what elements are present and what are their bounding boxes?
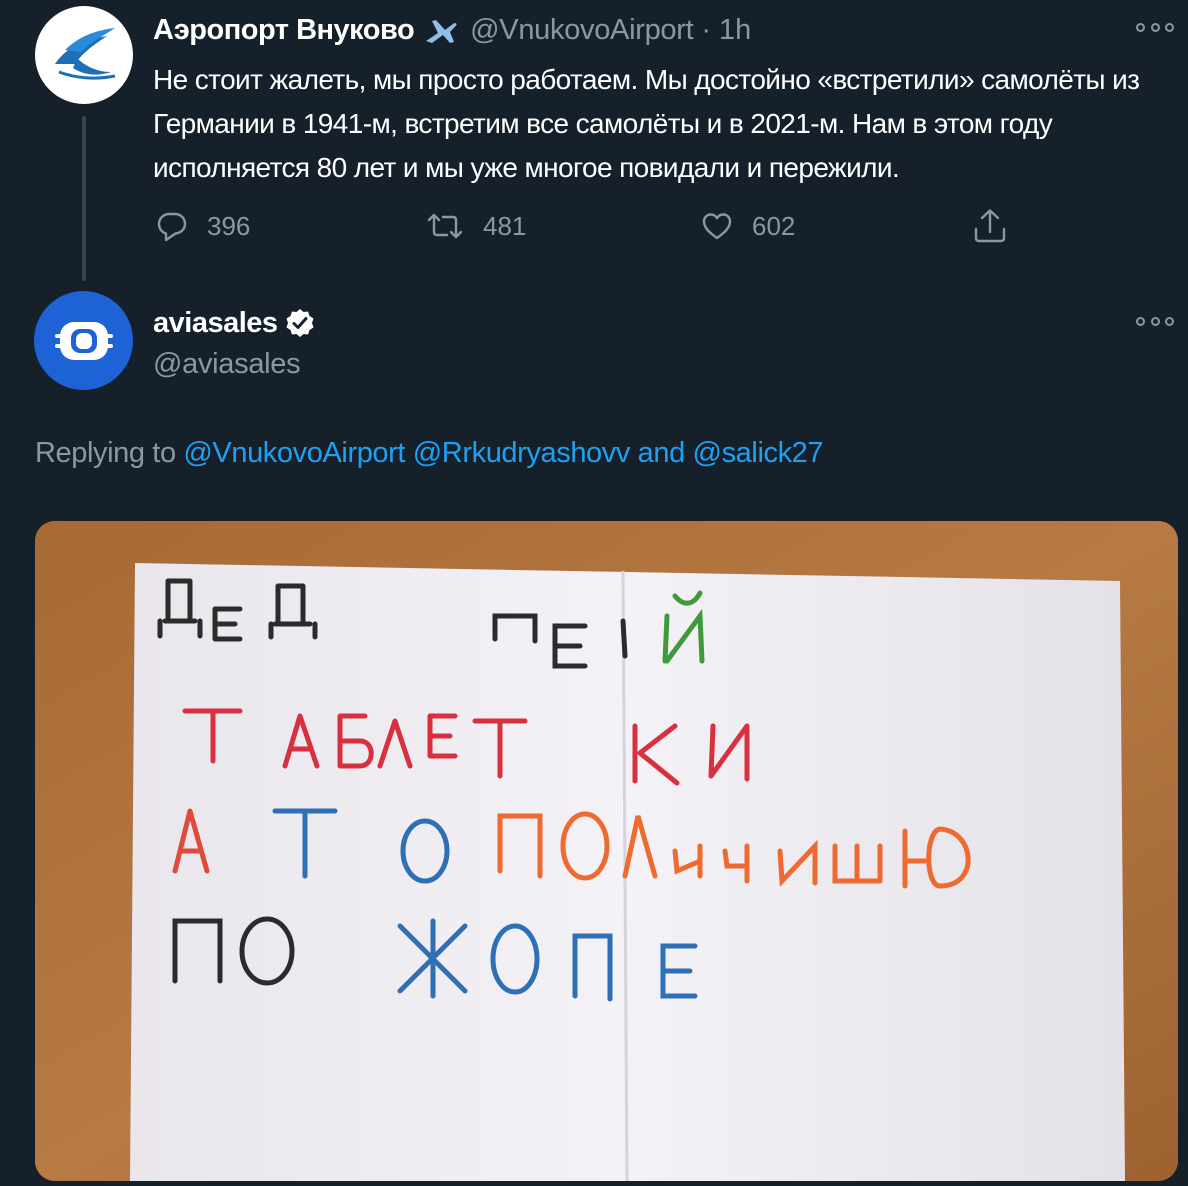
verified-icon (284, 307, 316, 339)
tweet2-author-name[interactable]: aviasales (153, 307, 278, 340)
reply-icon (157, 212, 187, 242)
replying-label: Replying to (35, 437, 176, 469)
tweet1-timestamp[interactable]: 1h (719, 14, 751, 47)
vnukovo-logo (37, 8, 131, 102)
tweet1-text: Не стоит жалеть, мы просто работаем. Мы … (153, 64, 1140, 183)
like-button[interactable]: 602 (700, 204, 795, 248)
mention-link[interactable]: @VnukovoAirport (183, 437, 405, 469)
share-button[interactable] (972, 204, 1026, 248)
tweet2-author-row: aviasales (153, 304, 316, 342)
and-label: and (637, 437, 686, 469)
mention-link[interactable]: @salick27 (693, 437, 824, 469)
tweet1-handle[interactable]: @VnukovoAirport (470, 14, 694, 47)
tweet2-handle[interactable]: @aviasales (153, 348, 301, 381)
reply-button[interactable]: 396 (155, 204, 250, 248)
more-icon[interactable] (1136, 17, 1174, 37)
aviasales-avatar[interactable] (34, 291, 133, 390)
tweet-thread: Аэропорт Внуково @VnukovoAirport · 1h Не… (0, 0, 1188, 1186)
reply-count: 396 (207, 210, 251, 241)
aviasales-logo (54, 321, 113, 360)
retweet-icon (427, 213, 463, 239)
like-count: 602 (752, 210, 796, 241)
tweet1-header: Аэропорт Внуково @VnukovoAirport · 1h (153, 12, 751, 48)
tweet-media-photo[interactable] (35, 521, 1178, 1181)
thread-line (82, 116, 86, 281)
plane-icon (424, 15, 458, 45)
tweet1-author-name[interactable]: Аэропорт Внуково (153, 14, 415, 47)
more-icon[interactable] (1136, 311, 1174, 331)
mention-link[interactable]: @Rrkudryashovv (413, 437, 631, 469)
retweet-count: 481 (483, 210, 527, 241)
separator-dot: · (701, 13, 712, 46)
handwritten-note-image (35, 521, 1178, 1181)
share-icon (974, 209, 1006, 243)
vnukovo-avatar[interactable] (35, 6, 133, 104)
like-icon (702, 213, 732, 240)
retweet-button[interactable]: 481 (425, 204, 526, 248)
replying-to-line: Replying to @VnukovoAirport @Rrkudryasho… (35, 437, 824, 470)
